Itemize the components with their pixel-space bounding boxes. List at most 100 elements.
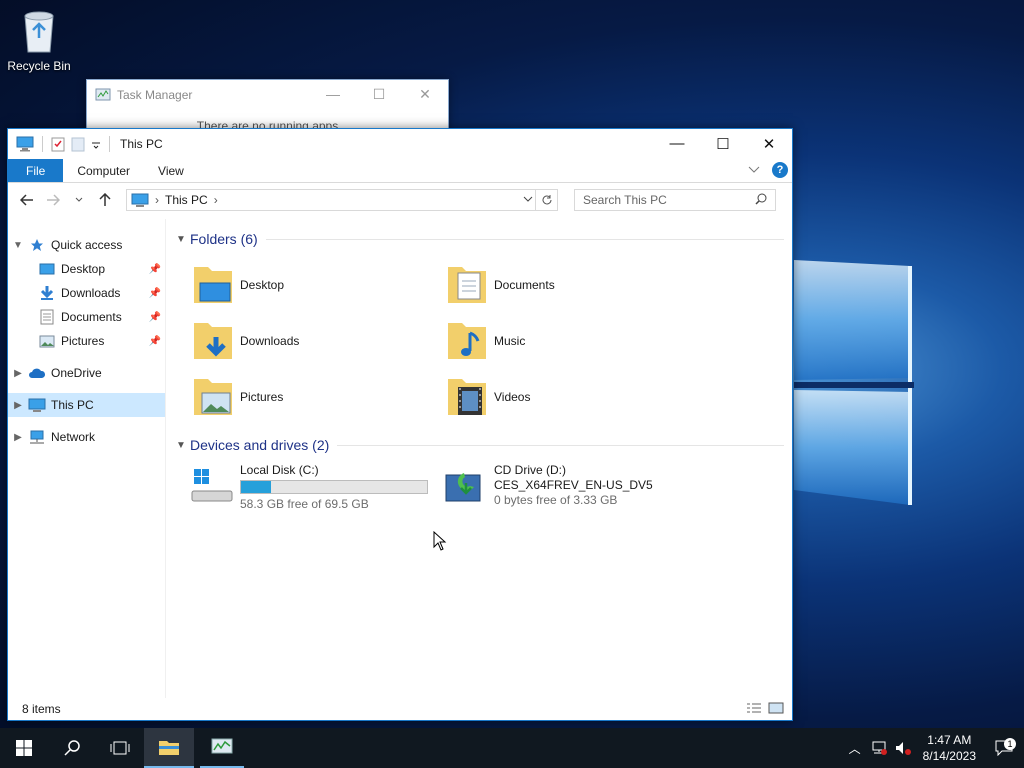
windows-logo-icon (16, 740, 32, 756)
folders-group-label: Folders (6) (190, 231, 258, 247)
close-button[interactable]: ✕ (746, 129, 792, 158)
tab-computer[interactable]: Computer (63, 159, 144, 182)
drive-c[interactable]: Local Disk (C:) 58.3 GB free of 69.5 GB (188, 463, 442, 512)
title-bar[interactable]: This PC — ☐ ✕ (8, 129, 792, 159)
pin-icon[interactable]: 📌 (149, 336, 161, 347)
nav-onedrive[interactable]: ▶ OneDrive (8, 361, 165, 385)
network-status-icon[interactable] (867, 741, 891, 755)
system-tray: ︿ 1:47 AM 8/14/2023 1 (843, 728, 1024, 768)
folder-documents[interactable]: Documents (444, 257, 698, 313)
expanded-chevron-icon[interactable]: ▼ (8, 240, 28, 251)
documents-icon (38, 309, 56, 325)
recycle-bin-desktop-icon[interactable]: Recycle Bin (6, 8, 72, 73)
search-button[interactable] (48, 728, 96, 768)
tab-view[interactable]: View (144, 159, 198, 182)
nav-network[interactable]: ▶ Network (8, 425, 165, 449)
show-hidden-icons-chevron-icon[interactable]: ︿ (843, 740, 867, 757)
drives-group-header[interactable]: ▼ Devices and drives (2) (172, 433, 792, 457)
group-collapse-chevron-icon[interactable]: ▼ (172, 234, 190, 245)
desktop-folder-icon (194, 267, 232, 303)
up-arrow-icon (99, 193, 111, 206)
music-folder-icon (448, 323, 486, 359)
folder-videos-label: Videos (494, 390, 531, 404)
up-button[interactable] (94, 189, 116, 211)
task-view-icon (110, 741, 130, 755)
documents-folder-icon (448, 267, 486, 303)
drive-c-usage-bar (240, 480, 428, 494)
breadcrumb-separator[interactable]: › (214, 193, 218, 207)
search-placeholder: Search This PC (583, 193, 667, 207)
action-center-button[interactable]: 1 (984, 738, 1024, 756)
folder-music[interactable]: Music (444, 313, 698, 369)
hard-drive-icon (191, 469, 233, 502)
pin-icon[interactable]: 📌 (149, 264, 161, 275)
nav-downloads[interactable]: Downloads 📌 (8, 281, 165, 305)
group-collapse-chevron-icon[interactable]: ▼ (172, 440, 190, 451)
quick-access-toolbar (8, 136, 112, 152)
folder-desktop[interactable]: Desktop (190, 257, 444, 313)
folder-pictures-label: Pictures (240, 390, 284, 404)
forward-arrow-icon (47, 194, 60, 206)
content-pane: ▼ Folders (6) Desktop Documents Download… (166, 219, 792, 698)
recycle-bin-icon (24, 11, 54, 53)
folder-videos[interactable]: Videos (444, 369, 698, 425)
drives-grid: Local Disk (C:) 58.3 GB free of 69.5 GB … (172, 463, 792, 512)
collapsed-chevron-icon[interactable]: ▶ (8, 368, 28, 379)
videos-folder-icon (448, 379, 486, 415)
properties-icon[interactable] (51, 136, 65, 152)
taskbar-task-manager[interactable] (200, 728, 244, 768)
details-view-icon[interactable] (746, 702, 762, 714)
address-bar[interactable]: › This PC › (126, 189, 558, 211)
drive-d-volume-label: CES_X64FREV_EN-US_DV5 (494, 478, 653, 492)
folder-desktop-label: Desktop (240, 278, 285, 292)
file-explorer-window[interactable]: This PC — ☐ ✕ File Computer View ? › Thi… (7, 128, 793, 721)
start-button[interactable] (0, 728, 48, 768)
refresh-icon (542, 195, 551, 205)
volume-muted-icon[interactable] (891, 741, 915, 755)
item-count: 8 items (22, 702, 61, 716)
maximize-button[interactable]: ☐ (700, 129, 746, 158)
search-input[interactable]: Search This PC (574, 189, 776, 211)
collapsed-chevron-icon[interactable]: ▶ (8, 432, 28, 443)
this-pc-icon (131, 193, 149, 207)
pictures-icon (38, 333, 56, 349)
customize-toolbar-chevron-icon[interactable] (91, 136, 101, 152)
task-manager-minimize-button[interactable]: — (310, 80, 356, 108)
nav-network-label: Network (51, 430, 96, 444)
nav-quick-access[interactable]: ▼ Quick access (8, 233, 165, 257)
task-manager-maximize-button[interactable]: ☐ (356, 80, 402, 108)
drive-d[interactable]: CD Drive (D:) CES_X64FREV_EN-US_DV5 0 by… (442, 463, 696, 512)
folders-group-header[interactable]: ▼ Folders (6) (172, 227, 792, 251)
nav-desktop[interactable]: Desktop 📌 (8, 257, 165, 281)
taskbar-file-explorer[interactable] (144, 728, 194, 768)
minimize-button[interactable]: — (654, 129, 700, 158)
status-bar: 8 items (8, 698, 792, 720)
folder-documents-label: Documents (494, 278, 555, 292)
back-button[interactable] (16, 189, 38, 211)
new-folder-icon[interactable] (71, 136, 85, 152)
recent-locations-button[interactable] (68, 189, 90, 211)
clock[interactable]: 1:47 AM 8/14/2023 (915, 732, 984, 764)
help-button[interactable]: ? (772, 162, 788, 178)
refresh-button[interactable] (535, 190, 557, 210)
address-dropdown-icon[interactable] (523, 193, 533, 205)
folder-downloads[interactable]: Downloads (190, 313, 444, 369)
nav-documents[interactable]: Documents 📌 (8, 305, 165, 329)
expand-ribbon-chevron-icon[interactable] (748, 166, 760, 174)
tab-file[interactable]: File (8, 159, 64, 182)
collapsed-chevron-icon[interactable]: ▶ (8, 400, 28, 411)
task-manager-close-button[interactable]: ✕ (402, 80, 448, 108)
task-manager-icon (95, 88, 111, 101)
forward-button[interactable] (42, 189, 64, 211)
search-icon (64, 740, 80, 756)
pin-icon[interactable]: 📌 (149, 288, 161, 299)
large-icons-view-icon[interactable] (768, 702, 784, 714)
nav-pictures[interactable]: Pictures 📌 (8, 329, 165, 353)
pin-icon[interactable]: 📌 (149, 312, 161, 323)
folder-downloads-label: Downloads (240, 334, 300, 348)
folder-pictures[interactable]: Pictures (190, 369, 444, 425)
breadcrumb-this-pc[interactable]: This PC (165, 193, 208, 207)
task-view-button[interactable] (96, 728, 144, 768)
clock-time: 1:47 AM (927, 733, 972, 747)
nav-this-pc[interactable]: ▶ This PC (8, 393, 165, 417)
